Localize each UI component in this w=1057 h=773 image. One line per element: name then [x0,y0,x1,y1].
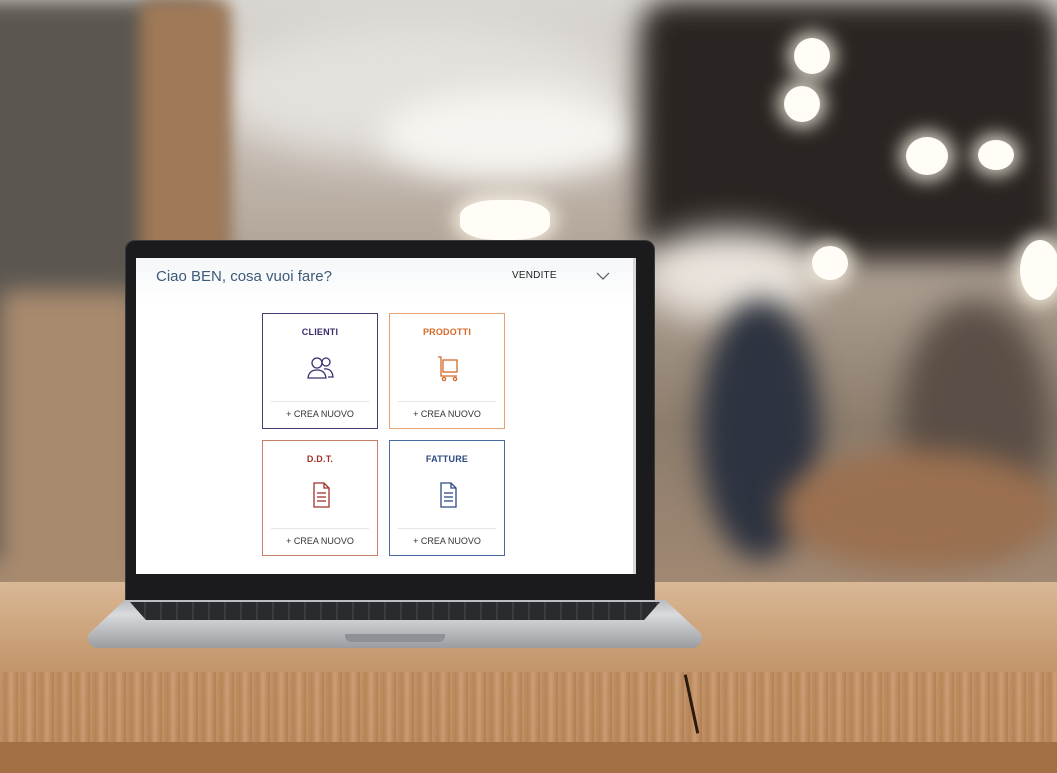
card-fatture[interactable]: FATTURE + CREA NUOVO [389,440,505,556]
card-ddt[interactable]: D.D.T. + CREA NUOVO [262,440,378,556]
create-new-fattura-link[interactable]: + CREA NUOVO [390,536,504,546]
department-select[interactable]: VENDITE [512,266,622,288]
greeting-title: Ciao BEN, cosa vuoi fare? [156,268,332,285]
card-title: PRODOTTI [422,327,472,337]
document-icon [313,482,330,508]
laptop-notch [345,634,445,642]
app-header: Ciao BEN, cosa vuoi fare? VENDITE [136,258,636,300]
department-select-value: VENDITE [512,270,557,281]
card-title: CLIENTI [301,327,339,337]
create-new-ddt-link[interactable]: + CREA NUOVO [263,536,377,546]
card-title: D.D.T. [306,454,334,464]
card-clienti[interactable]: CLIENTI + CREA NUOVO [262,313,378,429]
cart-icon [438,356,458,382]
create-new-prodotto-link[interactable]: + CREA NUOVO [390,409,504,419]
invoice-icon [440,482,457,508]
create-new-cliente-link[interactable]: + CREA NUOVO [263,409,377,419]
users-icon [307,357,334,379]
card-title: FATTURE [425,454,469,464]
card-prodotti[interactable]: PRODOTTI + CREA NUOVO [389,313,505,429]
chevron-down-icon [596,272,610,280]
laptop-keyboard [130,602,660,620]
laptop-screen: Ciao BEN, cosa vuoi fare? VENDITE CLIENT… [136,258,636,574]
scrollbar[interactable] [633,258,636,574]
